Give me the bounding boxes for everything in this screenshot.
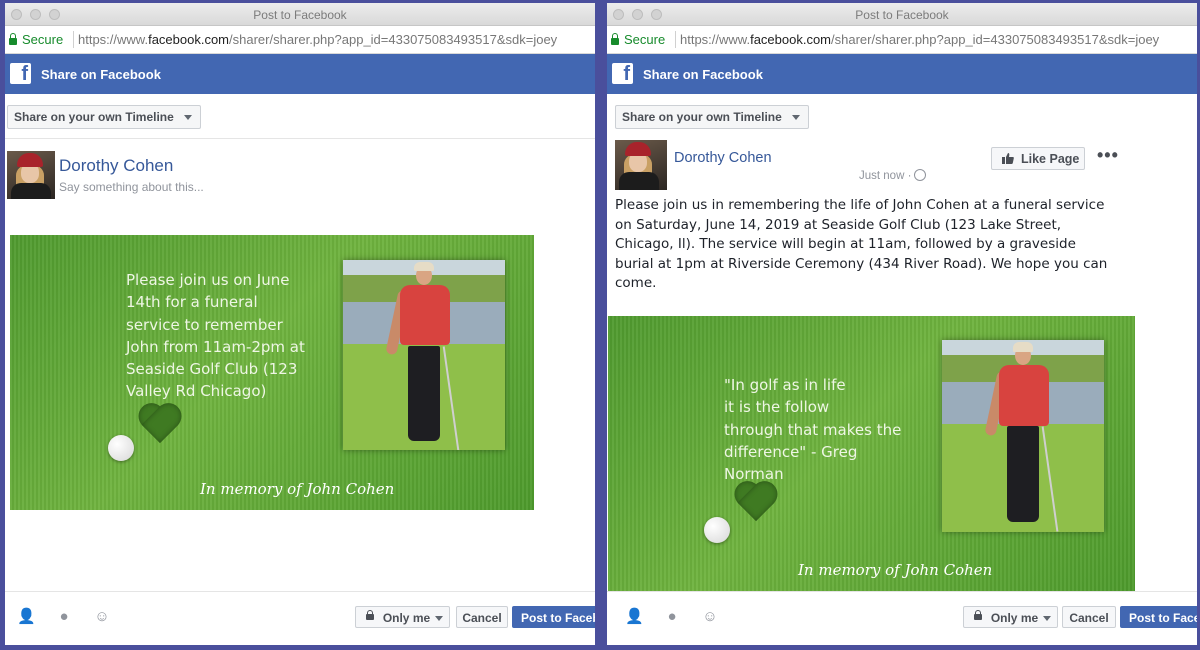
url-domain: facebook.com xyxy=(750,32,832,47)
post-timestamp: Just now · xyxy=(859,169,927,182)
secure-indicator[interactable]: Secure xyxy=(611,32,665,47)
lock-icon xyxy=(611,33,619,45)
card-invitation-text: Please join us on June 14th for a funera… xyxy=(126,271,305,401)
window-titlebar: Post to Facebook xyxy=(607,3,1197,26)
avatar[interactable] xyxy=(615,140,667,190)
window-title: Post to Facebook xyxy=(855,8,949,22)
facebook-logo-icon: f xyxy=(10,63,31,84)
shared-card-image[interactable]: "In golf as in life it is the follow thr… xyxy=(608,316,1135,591)
heart-shape-icon xyxy=(736,483,780,523)
window-titlebar: Post to Facebook xyxy=(5,3,595,26)
lock-icon xyxy=(9,33,17,45)
lock-icon xyxy=(974,610,982,620)
secure-label: Secure xyxy=(22,32,64,47)
address-divider xyxy=(675,31,676,48)
url-domain: facebook.com xyxy=(148,32,230,47)
like-page-button[interactable]: Like Page xyxy=(991,147,1085,170)
facebook-header: f Share on Facebook xyxy=(5,54,595,94)
privacy-dropdown[interactable]: Only me xyxy=(355,606,450,628)
feeling-icon[interactable]: ☺ xyxy=(701,608,719,626)
composer-input[interactable]: Say something about this... xyxy=(59,180,204,194)
chevron-down-icon xyxy=(791,115,800,120)
url-path: /sharer/sharer.php?app_id=43307508349351… xyxy=(831,32,1160,47)
url-prefix: https://www. xyxy=(680,32,751,47)
share-target-dropdown[interactable]: Share on your own Timeline xyxy=(615,105,809,129)
chevron-down-icon xyxy=(1043,616,1051,621)
dialog-title: Share on Facebook xyxy=(643,67,763,82)
location-icon[interactable]: ● xyxy=(663,608,681,626)
dialog-title: Share on Facebook xyxy=(41,67,161,82)
user-name[interactable]: Dorothy Cohen xyxy=(674,150,772,166)
secure-indicator[interactable]: Secure xyxy=(9,32,63,47)
window-title: Post to Facebook xyxy=(253,8,347,22)
golf-ball-icon xyxy=(108,435,134,461)
avatar[interactable] xyxy=(7,151,55,199)
share-target-label: Share on your own Timeline xyxy=(14,110,174,124)
url-text[interactable]: https://www.facebook.com/sharer/sharer.p… xyxy=(78,32,557,47)
privacy-label: Only me xyxy=(382,611,431,625)
facebook-logo-icon: f xyxy=(612,63,633,84)
chevron-down-icon xyxy=(435,616,443,621)
facebook-header: f Share on Facebook xyxy=(607,54,1197,94)
post-button[interactable]: Post to Facebook xyxy=(1120,606,1197,628)
share-dialog-right: Post to Facebook Secure https://www.face… xyxy=(607,3,1197,645)
footer-divider xyxy=(5,591,595,592)
thumbs-up-icon xyxy=(1002,153,1014,164)
card-quote-text: "In golf as in life it is the follow thr… xyxy=(724,376,902,484)
address-divider xyxy=(73,31,74,48)
shared-card-image[interactable]: Please join us on June 14th for a funera… xyxy=(10,235,534,510)
url-text[interactable]: https://www.facebook.com/sharer/sharer.p… xyxy=(680,32,1159,47)
golfer-photo xyxy=(343,260,505,450)
golf-ball-icon xyxy=(704,517,730,543)
tag-people-icon[interactable]: 👤 xyxy=(17,608,36,626)
globe-icon xyxy=(914,169,927,181)
user-name[interactable]: Dorothy Cohen xyxy=(59,156,173,176)
share-dialog-left: Post to Facebook Secure https://www.face… xyxy=(5,3,595,645)
like-page-label: Like Page xyxy=(1021,152,1080,166)
post-button[interactable]: Post to Facebook xyxy=(512,606,595,628)
location-icon[interactable]: ● xyxy=(55,608,73,626)
cancel-button[interactable]: Cancel xyxy=(456,606,508,628)
share-target-label: Share on your own Timeline xyxy=(622,110,782,124)
memorial-caption: In memory of John Cohen xyxy=(200,480,395,498)
more-options-icon[interactable]: ••• xyxy=(1097,145,1119,166)
secure-label: Secure xyxy=(624,32,666,47)
post-message: Please join us in remembering the life o… xyxy=(615,197,1108,291)
url-prefix: https://www. xyxy=(78,32,149,47)
chevron-down-icon xyxy=(183,115,192,120)
address-bar[interactable]: Secure https://www.facebook.com/sharer/s… xyxy=(5,26,595,54)
divider xyxy=(5,138,595,139)
tag-people-icon[interactable]: 👤 xyxy=(625,608,644,626)
memorial-caption: In memory of John Cohen xyxy=(798,561,993,579)
address-bar[interactable]: Secure https://www.facebook.com/sharer/s… xyxy=(607,26,1197,54)
footer-divider xyxy=(607,591,1197,592)
timestamp-text: Just now · xyxy=(859,170,912,182)
privacy-dropdown[interactable]: Only me xyxy=(963,606,1058,628)
cancel-button[interactable]: Cancel xyxy=(1062,606,1116,628)
privacy-label: Only me xyxy=(990,611,1039,625)
share-target-dropdown[interactable]: Share on your own Timeline xyxy=(7,105,201,129)
url-path: /sharer/sharer.php?app_id=43307508349351… xyxy=(229,32,558,47)
golfer-photo xyxy=(942,340,1104,532)
feeling-icon[interactable]: ☺ xyxy=(93,608,111,626)
lock-icon xyxy=(366,610,374,620)
heart-shape-icon xyxy=(140,405,184,445)
